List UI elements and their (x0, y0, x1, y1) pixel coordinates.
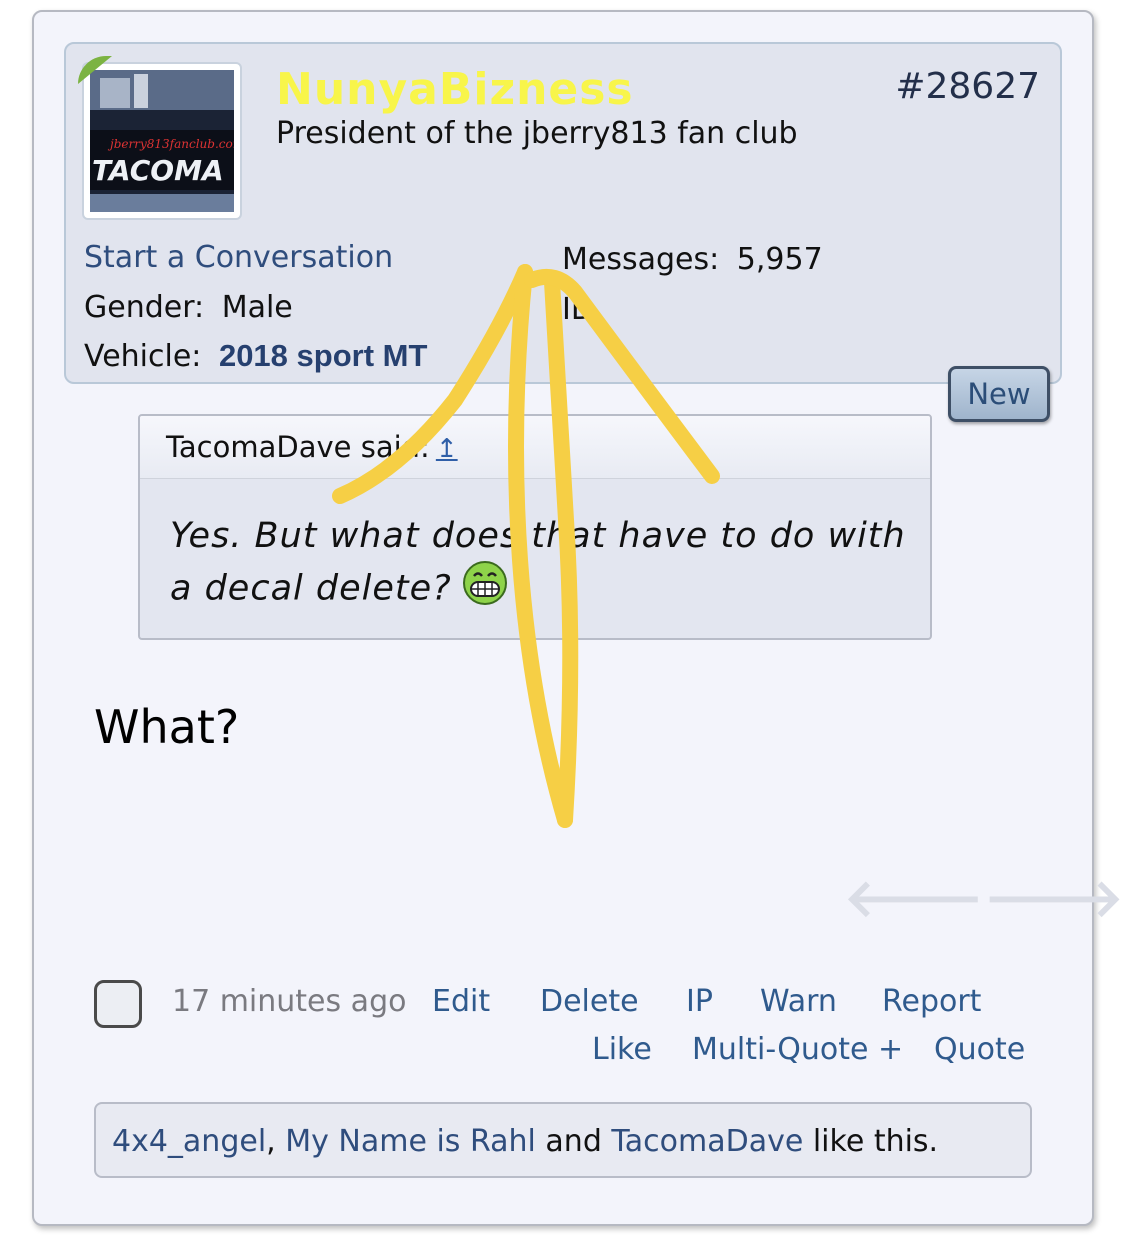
next-post-arrow-icon[interactable]: 🡒 (984, 866, 1123, 929)
quote-block: TacomaDave said: ↥ Yes. But what does tha… (138, 414, 932, 640)
ip-link[interactable]: IP (686, 984, 713, 1019)
quote-text-content: Yes. But what does that have to do with … (170, 516, 906, 609)
gender-field: Gender: Male (84, 290, 293, 325)
likes-suffix: like this. (803, 1124, 939, 1159)
quote-header: TacomaDave said: ↥ (140, 416, 930, 479)
gender-value: Male (221, 290, 293, 325)
previous-post-arrow-icon[interactable]: 🡐 (844, 866, 983, 929)
messages-label: Messages: (562, 242, 720, 277)
svg-text:TACOMA: TACOMA (92, 154, 224, 187)
grin-emoji-icon (462, 560, 508, 619)
like-link[interactable]: Like (592, 1032, 652, 1067)
warn-link[interactable]: Warn (760, 984, 837, 1019)
likes-text: 4x4_angel, My Name is Rahl and TacomaDav… (112, 1124, 938, 1159)
messages-field: Messages: 5,957 (562, 242, 823, 277)
likes-separator: , (266, 1124, 286, 1159)
id-field: ID (562, 292, 594, 327)
quote-attribution: TacomaDave said: ↥ (166, 430, 458, 464)
liker-link[interactable]: 4x4_angel (112, 1124, 266, 1159)
likes-summary: 4x4_angel, My Name is Rahl and TacomaDav… (94, 1102, 1032, 1178)
vehicle-field: Vehicle: 2018 sport MT (84, 338, 427, 374)
start-conversation-link[interactable]: Start a Conversation (84, 240, 393, 275)
post-message: What? (94, 700, 240, 754)
avatar-photo-icon: jberry813fanclub.com TACOMA (90, 70, 234, 212)
vehicle-label: Vehicle: (84, 339, 202, 374)
multiquote-link[interactable]: Multi-Quote + (692, 1032, 903, 1067)
jump-to-quote-icon[interactable]: ↥ (436, 434, 458, 464)
quote-link[interactable]: Quote (934, 1032, 1025, 1067)
likes-separator: and (535, 1124, 612, 1159)
messages-value: 5,957 (736, 242, 823, 277)
report-link[interactable]: Report (882, 984, 981, 1019)
quote-author: TacomaDave said: (166, 430, 430, 464)
edit-link[interactable]: Edit (432, 984, 490, 1019)
svg-text:jberry813fanclub.com: jberry813fanclub.com (107, 137, 234, 151)
avatar[interactable]: jberry813fanclub.com TACOMA (90, 70, 234, 212)
username[interactable]: NunyaBizness (276, 64, 634, 115)
new-post-badge[interactable]: New (948, 366, 1050, 422)
quote-text: Yes. But what does that have to do with … (170, 512, 910, 619)
user-title: President of the jberry813 fan club (276, 116, 798, 151)
gender-label: Gender: (84, 290, 205, 325)
liker-link[interactable]: My Name is Rahl (285, 1124, 536, 1159)
delete-link[interactable]: Delete (540, 984, 639, 1019)
liker-link[interactable]: TacomaDave (611, 1124, 803, 1159)
post-number[interactable]: #28627 (895, 66, 1040, 107)
id-label: ID (562, 292, 594, 327)
select-post-checkbox[interactable] (94, 980, 142, 1028)
vehicle-value: 2018 sport MT (218, 338, 428, 373)
post-timestamp[interactable]: 17 minutes ago (172, 984, 406, 1019)
